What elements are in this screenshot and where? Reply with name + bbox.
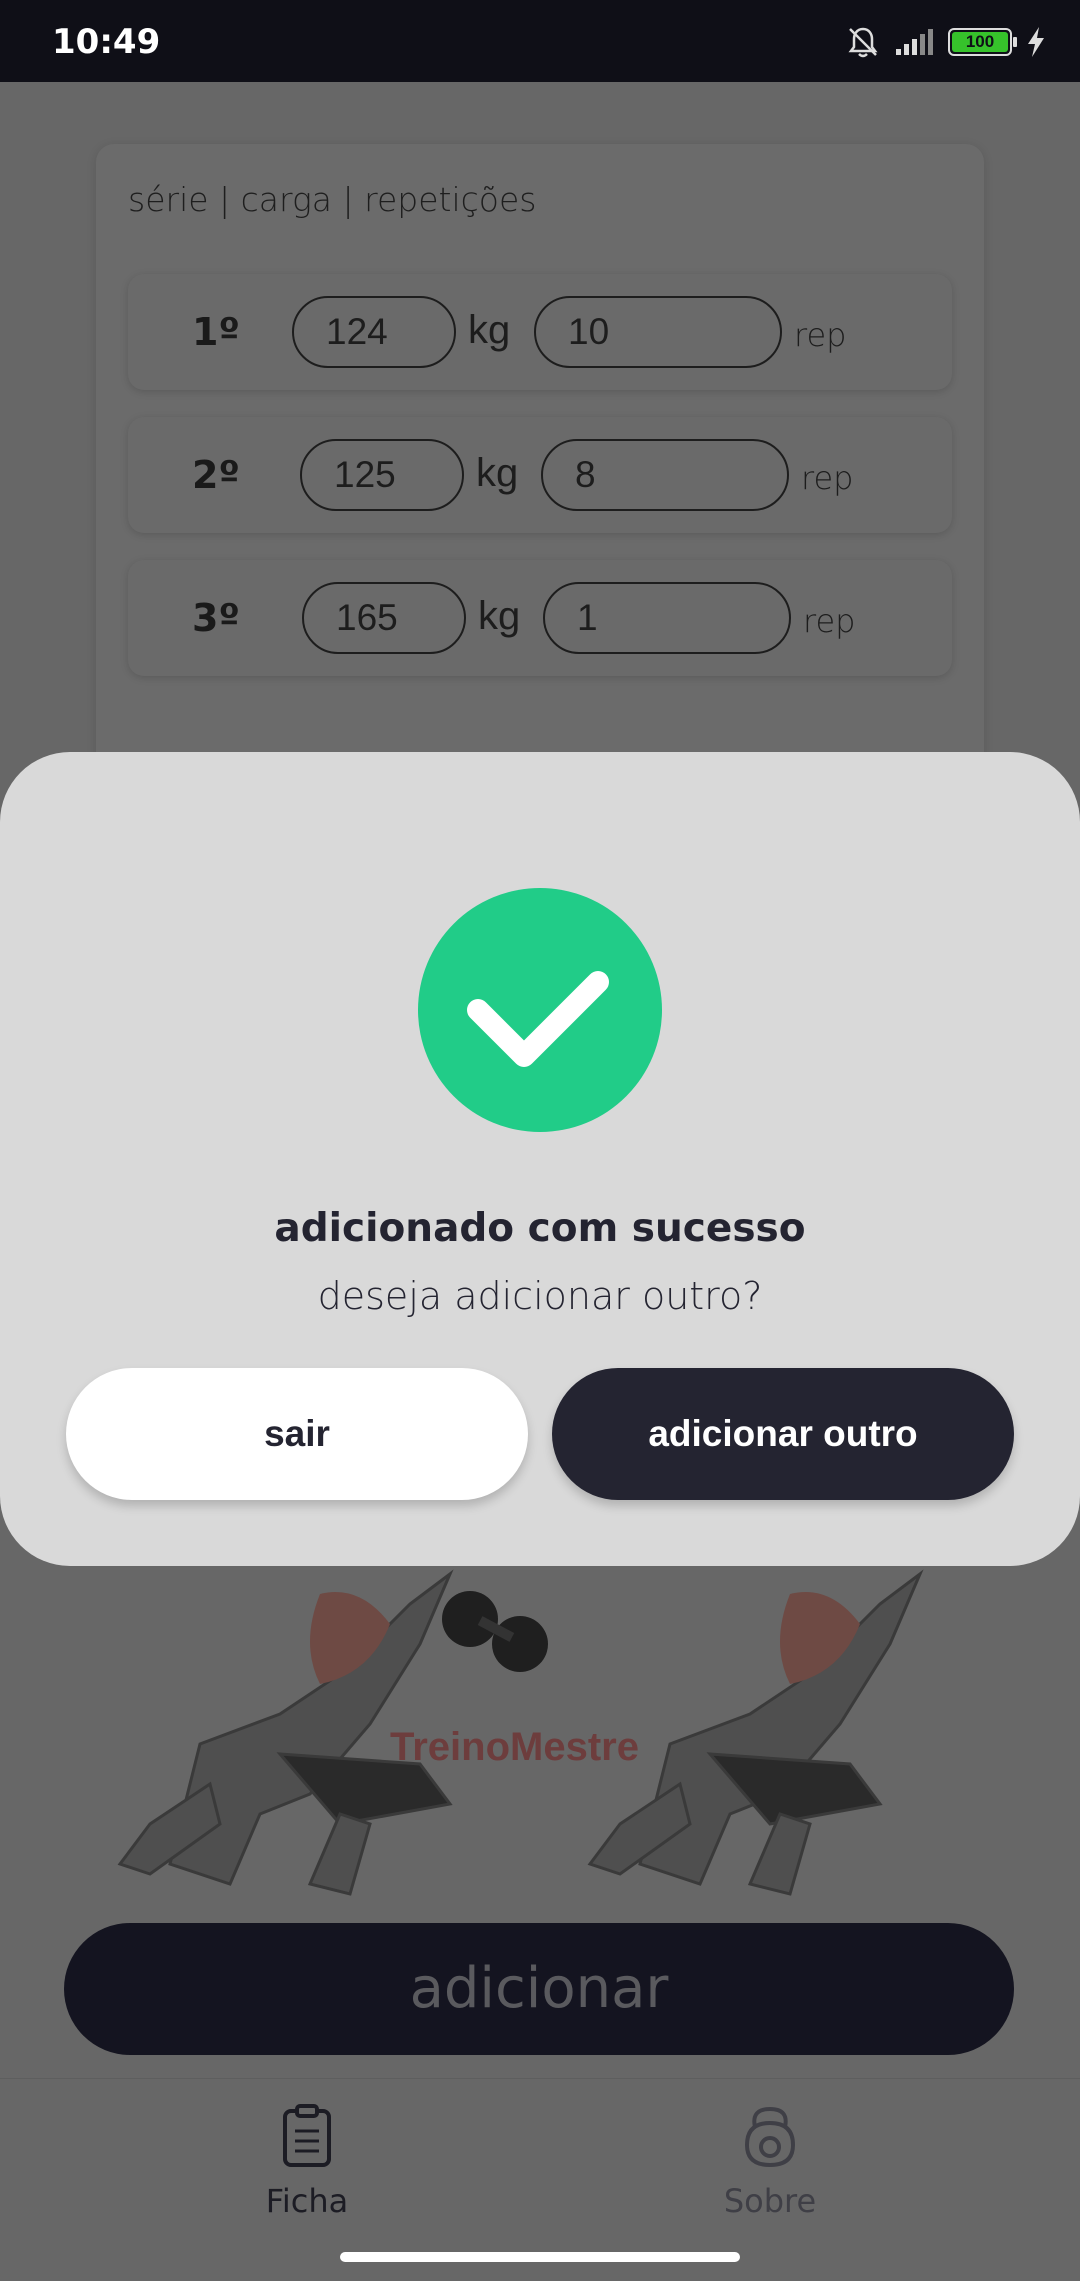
- set-number: 3º: [192, 596, 240, 640]
- status-time: 10:49: [52, 22, 161, 62]
- nav-label-ficha: Ficha: [265, 2182, 349, 2220]
- home-indicator: [340, 2252, 740, 2262]
- status-bar: 10:49 100: [0, 0, 1080, 82]
- signal-icon: [896, 29, 933, 55]
- battery-level: 100: [965, 32, 995, 51]
- nav-label-sobre: Sobre: [723, 2182, 817, 2220]
- add-another-button[interactable]: adicionar outro: [552, 1368, 1014, 1500]
- weight-input[interactable]: 125: [300, 439, 464, 511]
- battery-icon: 100: [948, 28, 1017, 56]
- exit-button[interactable]: sair: [66, 1368, 528, 1500]
- illustration-watermark: TreinoMestre: [390, 1725, 639, 1769]
- sets-card: série | carga | repetições 1º 124 kg 10 …: [96, 144, 984, 804]
- set-row: 2º 125 kg 8 rep: [128, 417, 952, 533]
- weight-input[interactable]: 165: [302, 582, 466, 654]
- kg-unit: kg: [478, 594, 521, 638]
- bell-off-icon: [848, 27, 878, 58]
- set-row: 3º 165 kg 1 rep: [128, 560, 952, 676]
- kg-unit: kg: [476, 451, 519, 495]
- success-dialog: adicionado com sucesso deseja adicionar …: [0, 752, 1080, 1566]
- kg-unit: kg: [468, 308, 511, 352]
- charging-icon: [1028, 27, 1044, 57]
- success-check-icon: [418, 888, 662, 1132]
- set-number: 1º: [192, 310, 240, 354]
- dialog-title: adicionado com sucesso: [274, 1206, 806, 1251]
- reps-input[interactable]: 8: [541, 439, 789, 511]
- weight-input[interactable]: 124: [292, 296, 456, 368]
- sets-header: série | carga | repetições: [128, 180, 537, 219]
- rep-unit: rep: [803, 602, 856, 640]
- nav-item-ficha[interactable]: Ficha: [187, 2103, 427, 2220]
- add-button[interactable]: adicionar: [64, 1923, 1014, 2055]
- set-row: 1º 124 kg 10 rep: [128, 274, 952, 390]
- set-number: 2º: [192, 453, 240, 497]
- bottom-nav: Ficha Sobre: [0, 2078, 1080, 2281]
- rep-unit: rep: [801, 459, 854, 497]
- dialog-subtitle: deseja adicionar outro?: [317, 1274, 763, 1318]
- rep-unit: rep: [794, 316, 847, 354]
- exercise-illustration: TreinoMestre: [90, 1564, 990, 1902]
- status-icons: 100: [846, 22, 1046, 62]
- kettlebell-icon: [744, 2106, 796, 2168]
- nav-item-sobre[interactable]: Sobre: [650, 2103, 890, 2220]
- clipboard-icon: [283, 2104, 331, 2167]
- reps-input[interactable]: 1: [543, 582, 791, 654]
- reps-input[interactable]: 10: [534, 296, 782, 368]
